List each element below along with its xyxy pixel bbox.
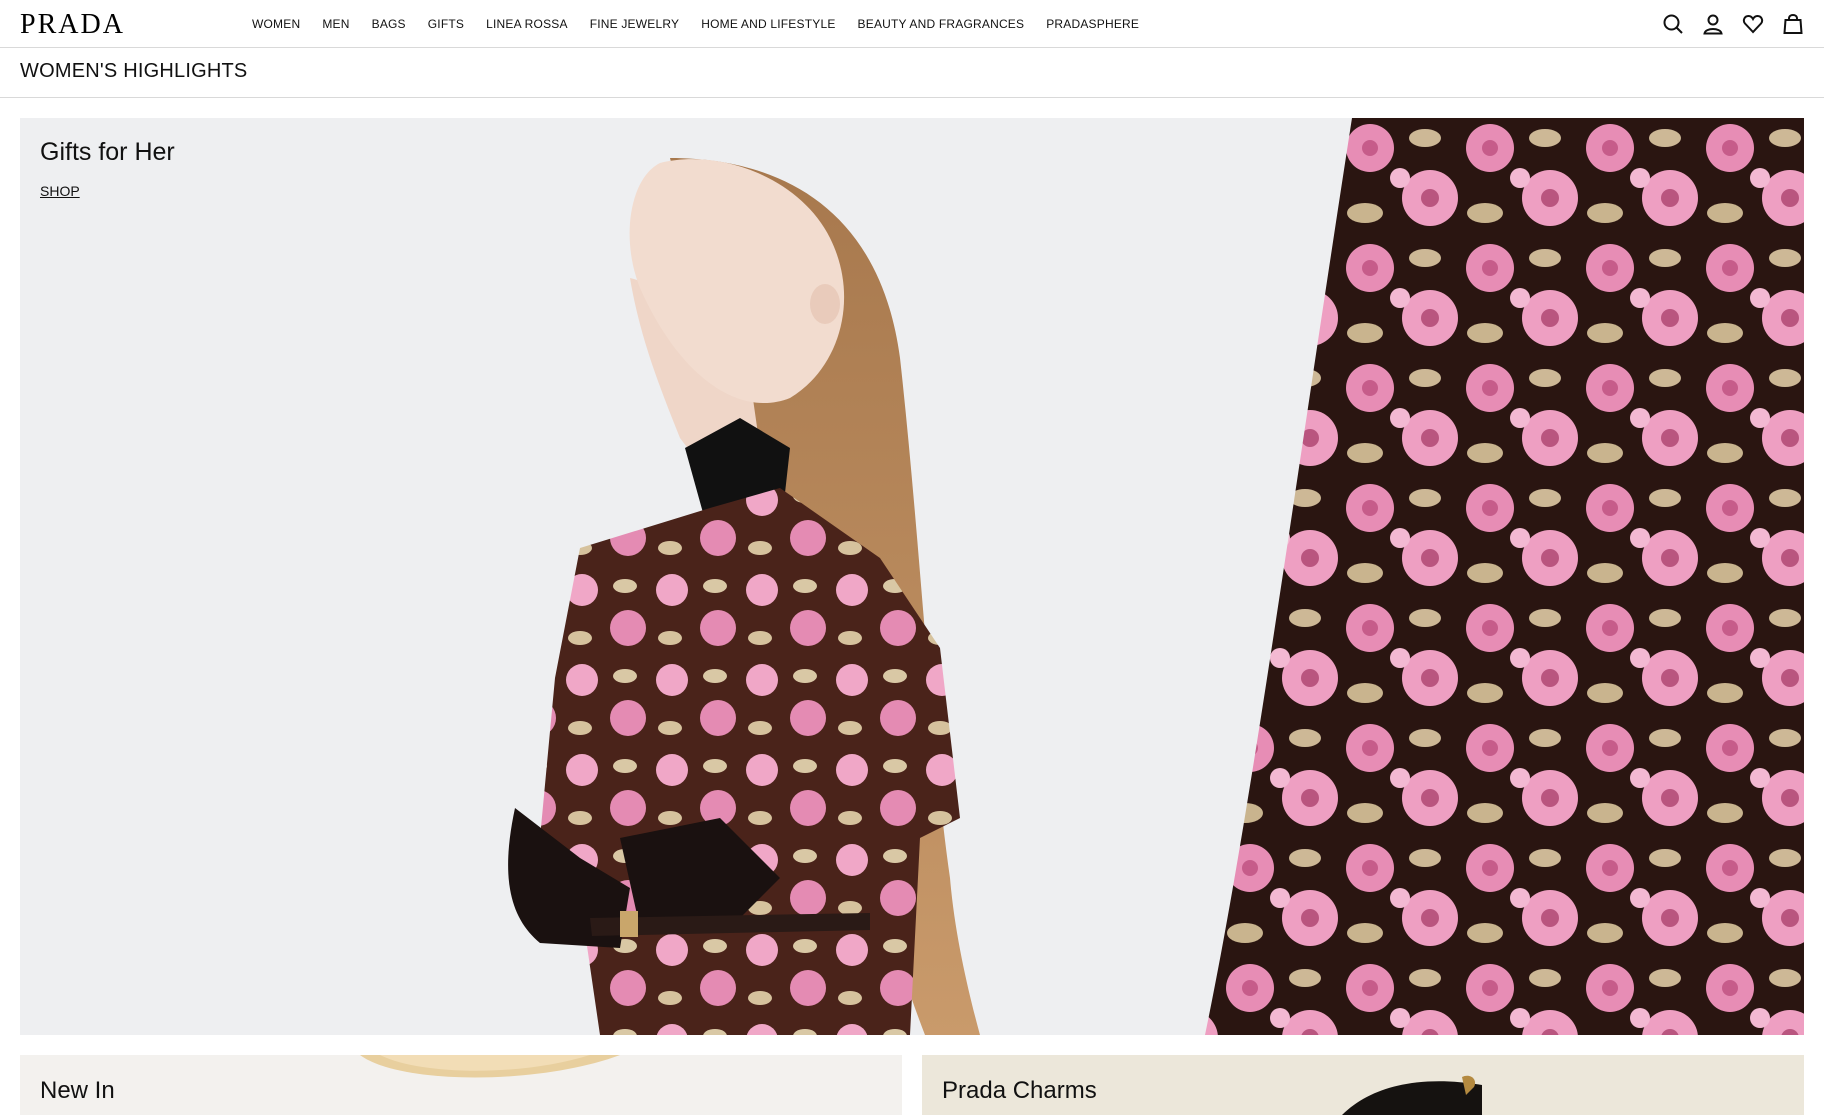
account-icon[interactable] xyxy=(1702,13,1724,35)
nav-item-home-and-lifestyle[interactable]: HOME AND LIFESTYLE xyxy=(701,17,835,31)
nav-item-bags[interactable]: BAGS xyxy=(372,17,406,31)
card-title-new-in: New In xyxy=(40,1077,115,1104)
nav-item-gifts[interactable]: GIFTS xyxy=(428,17,464,31)
nav-item-pradasphere[interactable]: PRADASPHERE xyxy=(1046,17,1139,31)
page-title: WOMEN'S HIGHLIGHTS xyxy=(20,60,248,82)
card-prada-charms[interactable]: Prada Charms xyxy=(922,1055,1804,1115)
card-image-new-in xyxy=(360,1055,620,1078)
nav-item-beauty-and-fragrances[interactable]: BEAUTY AND FRAGRANCES xyxy=(858,17,1025,31)
card-title-prada-charms: Prada Charms xyxy=(942,1077,1097,1104)
hero-banner-gifts-for-her[interactable]: Gifts for Her SHOP xyxy=(20,118,1804,1035)
card-new-in[interactable]: New In xyxy=(20,1055,902,1115)
hero-image xyxy=(508,118,1804,1035)
bag-icon[interactable] xyxy=(1782,13,1804,35)
main-navigation: WOMEN MEN BAGS GIFTS LINEA ROSSA FINE JE… xyxy=(252,0,1139,48)
nav-item-linea-rossa[interactable]: LINEA ROSSA xyxy=(486,17,568,31)
header-icons xyxy=(1662,0,1804,48)
hero-title: Gifts for Her xyxy=(40,138,175,166)
prada-logo[interactable]: PRADA xyxy=(20,10,125,40)
top-navigation-bar: PRADA WOMEN MEN BAGS GIFTS LINEA ROSSA F… xyxy=(0,0,1824,48)
search-icon[interactable] xyxy=(1662,13,1684,35)
wishlist-icon[interactable] xyxy=(1742,13,1764,35)
page-header: WOMEN'S HIGHLIGHTS xyxy=(0,48,1824,98)
nav-item-men[interactable]: MEN xyxy=(322,17,349,31)
hero-shop-link[interactable]: SHOP xyxy=(40,183,80,199)
nav-item-fine-jewelry[interactable]: FINE JEWELRY xyxy=(590,17,680,31)
nav-item-women[interactable]: WOMEN xyxy=(252,17,300,31)
